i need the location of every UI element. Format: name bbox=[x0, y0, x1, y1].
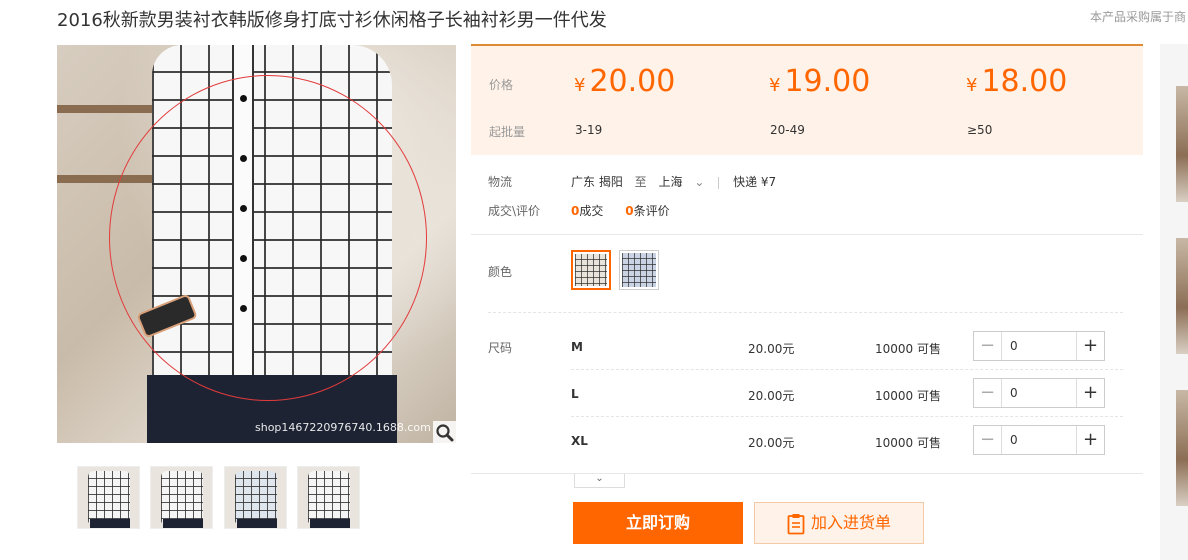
recommend-thumbnail[interactable] bbox=[1176, 390, 1188, 506]
color-label: 颜色 bbox=[488, 265, 513, 279]
tier-range: ≥50 bbox=[967, 123, 993, 137]
thumbnail[interactable] bbox=[297, 466, 360, 529]
color-swatch-selected[interactable] bbox=[571, 250, 611, 290]
divider bbox=[471, 473, 1143, 474]
logistics-label: 物流 bbox=[488, 175, 513, 189]
order-now-button[interactable]: 立即订购 bbox=[573, 502, 743, 544]
size-name: L bbox=[571, 387, 579, 401]
image-watermark: shop1467220976740.1688.com bbox=[255, 421, 431, 434]
size-row: XL 20.00元 10000 可售 − 0 + bbox=[571, 417, 1123, 464]
magnifier-icon[interactable] bbox=[433, 421, 456, 443]
expand-chevron-icon[interactable]: ⌄ bbox=[574, 474, 625, 488]
product-title: 2016秋新款男装衬衣韩版修身打底寸衫休闲格子长袖衬衫男一件代发 bbox=[57, 10, 607, 31]
size-price: 20.00元 bbox=[748, 342, 795, 356]
minus-button[interactable]: − bbox=[974, 379, 1002, 407]
to-word: 至 bbox=[634, 175, 647, 189]
divider bbox=[471, 234, 1143, 235]
quantity-stepper: − 0 + bbox=[973, 378, 1105, 408]
reviews-info: 0成交 0条评价 bbox=[571, 202, 670, 219]
size-name: XL bbox=[571, 434, 588, 448]
recommend-thumbnail[interactable] bbox=[1176, 86, 1188, 202]
reviews-count: 0 bbox=[625, 204, 634, 218]
quantity-input[interactable]: 0 bbox=[1010, 433, 1018, 447]
tier-price: ¥20.00 bbox=[574, 64, 676, 99]
ship-to-select[interactable]: 上海 bbox=[659, 175, 683, 189]
reviews-text[interactable]: 条评价 bbox=[634, 204, 670, 218]
price-label: 价格 bbox=[489, 78, 514, 92]
plus-button[interactable]: + bbox=[1076, 332, 1104, 360]
main-product-image[interactable]: shop1467220976740.1688.com bbox=[57, 45, 456, 443]
quantity-stepper: − 0 + bbox=[973, 331, 1105, 361]
quantity-input[interactable]: 0 bbox=[1010, 386, 1018, 400]
ship-from: 广东 揭阳 bbox=[571, 175, 623, 189]
size-stock: 10000 可售 bbox=[875, 389, 941, 403]
shipping-fee: 快递 ¥7 bbox=[733, 175, 777, 189]
deals-text[interactable]: 成交 bbox=[579, 204, 603, 218]
size-price: 20.00元 bbox=[748, 436, 795, 450]
tier-range: 3-19 bbox=[575, 123, 603, 137]
price-panel: 价格 起批量 ¥20.00 ¥19.00 ¥18.00 3-19 20-49 ≥… bbox=[471, 44, 1143, 155]
minus-button[interactable]: − bbox=[974, 332, 1002, 360]
divider bbox=[488, 312, 1123, 313]
tier-price: ¥19.00 bbox=[769, 64, 871, 99]
procurement-note: 本产品采购属于商 bbox=[1090, 10, 1187, 24]
size-name: M bbox=[571, 340, 583, 354]
recommend-thumbnail[interactable] bbox=[1176, 238, 1188, 354]
quantity-stepper: − 0 + bbox=[973, 425, 1105, 455]
size-row: M 20.00元 10000 可售 − 0 + bbox=[571, 323, 1123, 370]
size-stock: 10000 可售 bbox=[875, 342, 941, 356]
logistics-info: 广东 揭阳 至 上海 ⌄ 快递 ¥7 bbox=[571, 173, 776, 190]
reviews-label: 成交\评价 bbox=[488, 204, 541, 218]
size-row: L 20.00元 10000 可售 − 0 + bbox=[571, 370, 1123, 417]
plus-button[interactable]: + bbox=[1076, 379, 1104, 407]
moq-label: 起批量 bbox=[489, 125, 526, 139]
tier-price: ¥18.00 bbox=[966, 64, 1068, 99]
plus-button[interactable]: + bbox=[1076, 426, 1104, 454]
color-swatch[interactable] bbox=[619, 250, 659, 290]
chevron-down-icon[interactable]: ⌄ bbox=[694, 175, 704, 189]
add-to-cart-label: 加入进货单 bbox=[810, 513, 891, 532]
thumbnail[interactable] bbox=[224, 466, 287, 529]
thumbnail[interactable] bbox=[77, 466, 140, 529]
size-price: 20.00元 bbox=[748, 389, 795, 403]
quantity-input[interactable]: 0 bbox=[1010, 339, 1018, 353]
divider bbox=[718, 176, 720, 189]
red-circle-overlay bbox=[109, 75, 427, 401]
add-to-cart-button[interactable]: 加入进货单 bbox=[754, 502, 924, 544]
clipboard-icon bbox=[787, 513, 805, 534]
tier-range: 20-49 bbox=[770, 123, 805, 137]
minus-button[interactable]: − bbox=[974, 426, 1002, 454]
thumbnail[interactable] bbox=[150, 466, 213, 529]
size-label: 尺码 bbox=[488, 341, 513, 355]
size-stock: 10000 可售 bbox=[875, 436, 941, 450]
